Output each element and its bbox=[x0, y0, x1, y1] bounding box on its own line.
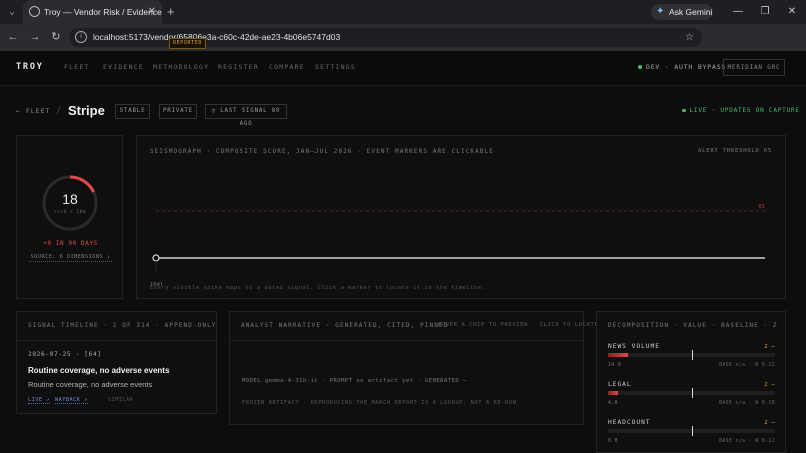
decomp-bar bbox=[608, 350, 775, 360]
timeline-entry-headline: Routine coverage, no adverse events bbox=[28, 366, 170, 375]
wayback-link[interactable]: WAYBACK ↗ bbox=[55, 397, 88, 404]
tab-title: Troy — Vendor Risk / Evidence bbox=[44, 7, 162, 17]
forward-icon[interactable]: → bbox=[28, 24, 42, 51]
decomp-value: 4.0 bbox=[608, 401, 618, 406]
decomp-row[interactable]: NEWS VOLUME z — 14.0 BASE n/a · W 0.22 bbox=[608, 343, 775, 375]
narrative-footer: FROZEN ARTIFACT · REPRODUCING THE MARCH … bbox=[242, 400, 517, 406]
score-source-link[interactable]: SOURCE: 6 DIMENSIONS ↓ bbox=[29, 254, 112, 262]
sparkle-icon: ✦ bbox=[656, 6, 665, 17]
similar-link[interactable]: SIMILAR bbox=[108, 397, 133, 403]
seismograph-panel: SEISMOGRAPH · COMPOSITE SCORE, JAN–JUL 2… bbox=[136, 135, 786, 299]
org-button[interactable]: MERIDIAN GRC bbox=[723, 59, 785, 76]
decomp-bar bbox=[608, 388, 775, 398]
decomp-meta: BASE n/a · W 0.22 bbox=[719, 363, 775, 368]
seismograph-title: SEISMOGRAPH · COMPOSITE SCORE, JAN–JUL 2… bbox=[150, 148, 494, 155]
ask-gemini-label: Ask Gemini bbox=[669, 7, 713, 17]
address-bar[interactable]: i localhost:5173/vendor/65806e3a-c60c-42… bbox=[69, 28, 702, 47]
decomp-value: 0.0 bbox=[608, 439, 618, 444]
breadcrumb-separator: / bbox=[56, 106, 62, 116]
nav-methodology[interactable]: METHODOLOGY bbox=[153, 51, 209, 84]
env-status: DEV · AUTH BYPASS bbox=[638, 51, 726, 84]
timeline-title: SIGNAL TIMELINE · 1 OF 314 · APPEND-ONLY bbox=[28, 322, 217, 329]
site-info-icon[interactable]: i bbox=[75, 31, 87, 43]
decomp-label: NEWS VOLUME bbox=[608, 343, 660, 350]
tab-search-icon[interactable]: ⌄ bbox=[5, 4, 19, 20]
decomposition-title: DECOMPOSITION · VALUE · BASELINE · Z bbox=[608, 322, 778, 329]
threshold-value-label: 65 bbox=[758, 204, 765, 210]
close-tab-icon[interactable]: ✕ bbox=[148, 0, 156, 24]
stability-tag: STABLE bbox=[115, 104, 150, 119]
live-status-label: LIVE · UPDATES ON CAPTURE bbox=[689, 107, 800, 114]
event-marker[interactable] bbox=[152, 254, 160, 262]
decomp-z: z — bbox=[764, 381, 775, 388]
decomp-value: 14.0 bbox=[608, 363, 622, 368]
nav-fleet[interactable]: FLEET bbox=[64, 51, 90, 84]
restore-icon[interactable]: ❐ bbox=[755, 0, 775, 24]
score-scale: risk / 100 bbox=[53, 210, 87, 215]
ownership-tag: PRIVATE bbox=[159, 104, 197, 119]
nav-evidence[interactable]: EVIDENCE bbox=[103, 51, 144, 84]
decomp-meta: BASE n/a · W 0.18 bbox=[719, 401, 775, 406]
ask-gemini-button[interactable]: ✦ Ask Gemini bbox=[651, 4, 713, 20]
analyst-narrative-panel: ANALYST NARRATIVE · GENERATED, CITED, PI… bbox=[229, 311, 598, 425]
decomp-meta: BASE n/a · W 0.12 bbox=[719, 439, 775, 444]
browser-tab[interactable]: Troy — Vendor Risk / Evidence ✕ bbox=[23, 0, 162, 24]
live-status: LIVE · UPDATES ON CAPTURE bbox=[682, 102, 800, 120]
vendor-name: Stripe bbox=[68, 103, 105, 118]
score-panel: 18 risk / 100 +0 IN 90 DAYS SOURCE: 6 DI… bbox=[16, 135, 123, 299]
reported-badge: REPORTED bbox=[169, 38, 206, 49]
live-link[interactable]: LIVE ↗ bbox=[28, 397, 50, 404]
live-dot bbox=[682, 108, 686, 113]
globe-icon bbox=[29, 6, 40, 17]
timeline-entry-date: 2026-07-25 · [64] bbox=[28, 351, 102, 358]
narrative-hint: HOVER A CHIP TO PREVIEW · CLICK TO LOCAT… bbox=[438, 322, 599, 328]
browser-toolbar: ← → ↻ i localhost:5173/vendor/65806e3a-c… bbox=[0, 24, 806, 68]
decomposition-panel: DECOMPOSITION · VALUE · BASELINE · Z NEW… bbox=[596, 311, 786, 453]
divider bbox=[230, 340, 583, 341]
reload-icon[interactable]: ↻ bbox=[49, 24, 63, 51]
baseline-marker bbox=[691, 388, 693, 398]
decomp-label: HEADCOUNT bbox=[608, 419, 651, 426]
signal-timeline-panel: SIGNAL TIMELINE · 1 OF 314 · APPEND-ONLY… bbox=[16, 311, 217, 414]
decomp-bar-fill bbox=[608, 353, 629, 357]
score-delta: +0 IN 90 DAYS bbox=[43, 240, 98, 247]
window-close-icon[interactable]: ✕ bbox=[782, 0, 802, 24]
back-to-fleet-link[interactable]: ← FLEET bbox=[16, 102, 50, 120]
url-text[interactable]: localhost:5173/vendor/65806e3a-c60c-42de… bbox=[93, 28, 340, 47]
decomp-row[interactable]: HEADCOUNT z — 0.0 BASE n/a · W 0.12 bbox=[608, 419, 775, 451]
nav-settings[interactable]: SETTINGS bbox=[315, 51, 356, 84]
baseline-marker bbox=[691, 350, 693, 360]
back-icon[interactable]: ← bbox=[6, 24, 20, 51]
status-dot bbox=[638, 65, 642, 69]
browser-tab-strip: ⌄ Troy — Vendor Risk / Evidence ✕ + ✦ As… bbox=[0, 0, 806, 24]
minimize-icon[interactable]: — bbox=[728, 0, 748, 24]
alert-threshold-label: ALERT THRESHOLD 65 bbox=[697, 148, 772, 154]
decomp-bar-fill bbox=[608, 391, 619, 395]
timeline-entry-body: Routine coverage, no adverse events bbox=[28, 380, 153, 389]
seismograph-footnote: Every visible spike maps to a dated sign… bbox=[150, 285, 486, 291]
app-header: TROY FLEET EVIDENCE METHODOLOGY REGISTER… bbox=[0, 51, 806, 86]
nav-compare[interactable]: COMPARE bbox=[269, 51, 305, 84]
last-signal-tag: ◷ LAST SIGNAL 80 AGO bbox=[205, 104, 287, 127]
narrative-model-meta: MODEL gemma-4-31b-it · PROMPT no artifac… bbox=[242, 378, 467, 384]
baseline-marker bbox=[691, 426, 693, 436]
bookmark-star-icon[interactable]: ☆ bbox=[685, 28, 694, 47]
decomp-bar bbox=[608, 426, 775, 436]
seismograph-chart: 65[64] bbox=[150, 204, 765, 286]
brand-logo[interactable]: TROY bbox=[16, 51, 44, 84]
env-status-label: DEV · AUTH BYPASS bbox=[646, 63, 727, 71]
decomp-row[interactable]: LEGAL z — 4.0 BASE n/a · W 0.18 bbox=[608, 381, 775, 413]
new-tab-icon[interactable]: + bbox=[167, 0, 175, 24]
decomp-z: z — bbox=[764, 343, 775, 350]
decomp-label: LEGAL bbox=[608, 381, 632, 388]
decomp-z: z — bbox=[764, 419, 775, 426]
divider bbox=[17, 340, 216, 341]
nav-register[interactable]: REGISTER bbox=[218, 51, 259, 84]
narrative-title: ANALYST NARRATIVE · GENERATED, CITED, PI… bbox=[241, 322, 449, 329]
score-value: 18 bbox=[62, 191, 78, 207]
